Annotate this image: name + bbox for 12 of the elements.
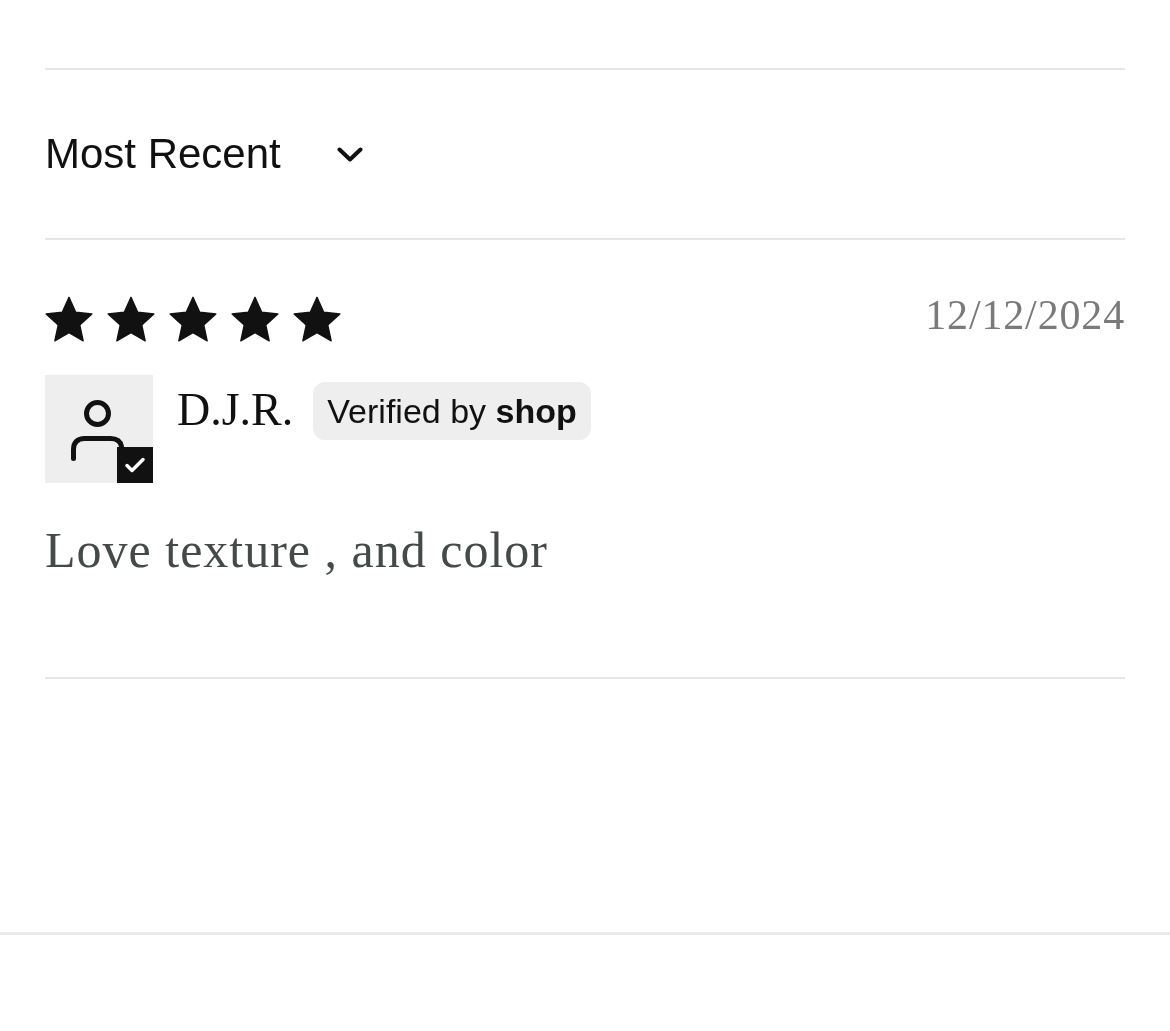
review-date: 12/12/2024 [925,294,1125,336]
person-icon [71,399,126,461]
star-icon [231,296,279,342]
star-icon [45,296,93,342]
sort-dropdown[interactable]: Most Recent [45,133,363,175]
chevron-down-icon [336,146,363,162]
reviewer-name: D.J.R. [177,387,294,433]
star-icon [169,296,217,342]
review-text: Love texture , and color [45,521,548,580]
verified-badge: Verified by shop [313,382,591,440]
star-icon [293,296,341,342]
star-icon [107,296,155,342]
